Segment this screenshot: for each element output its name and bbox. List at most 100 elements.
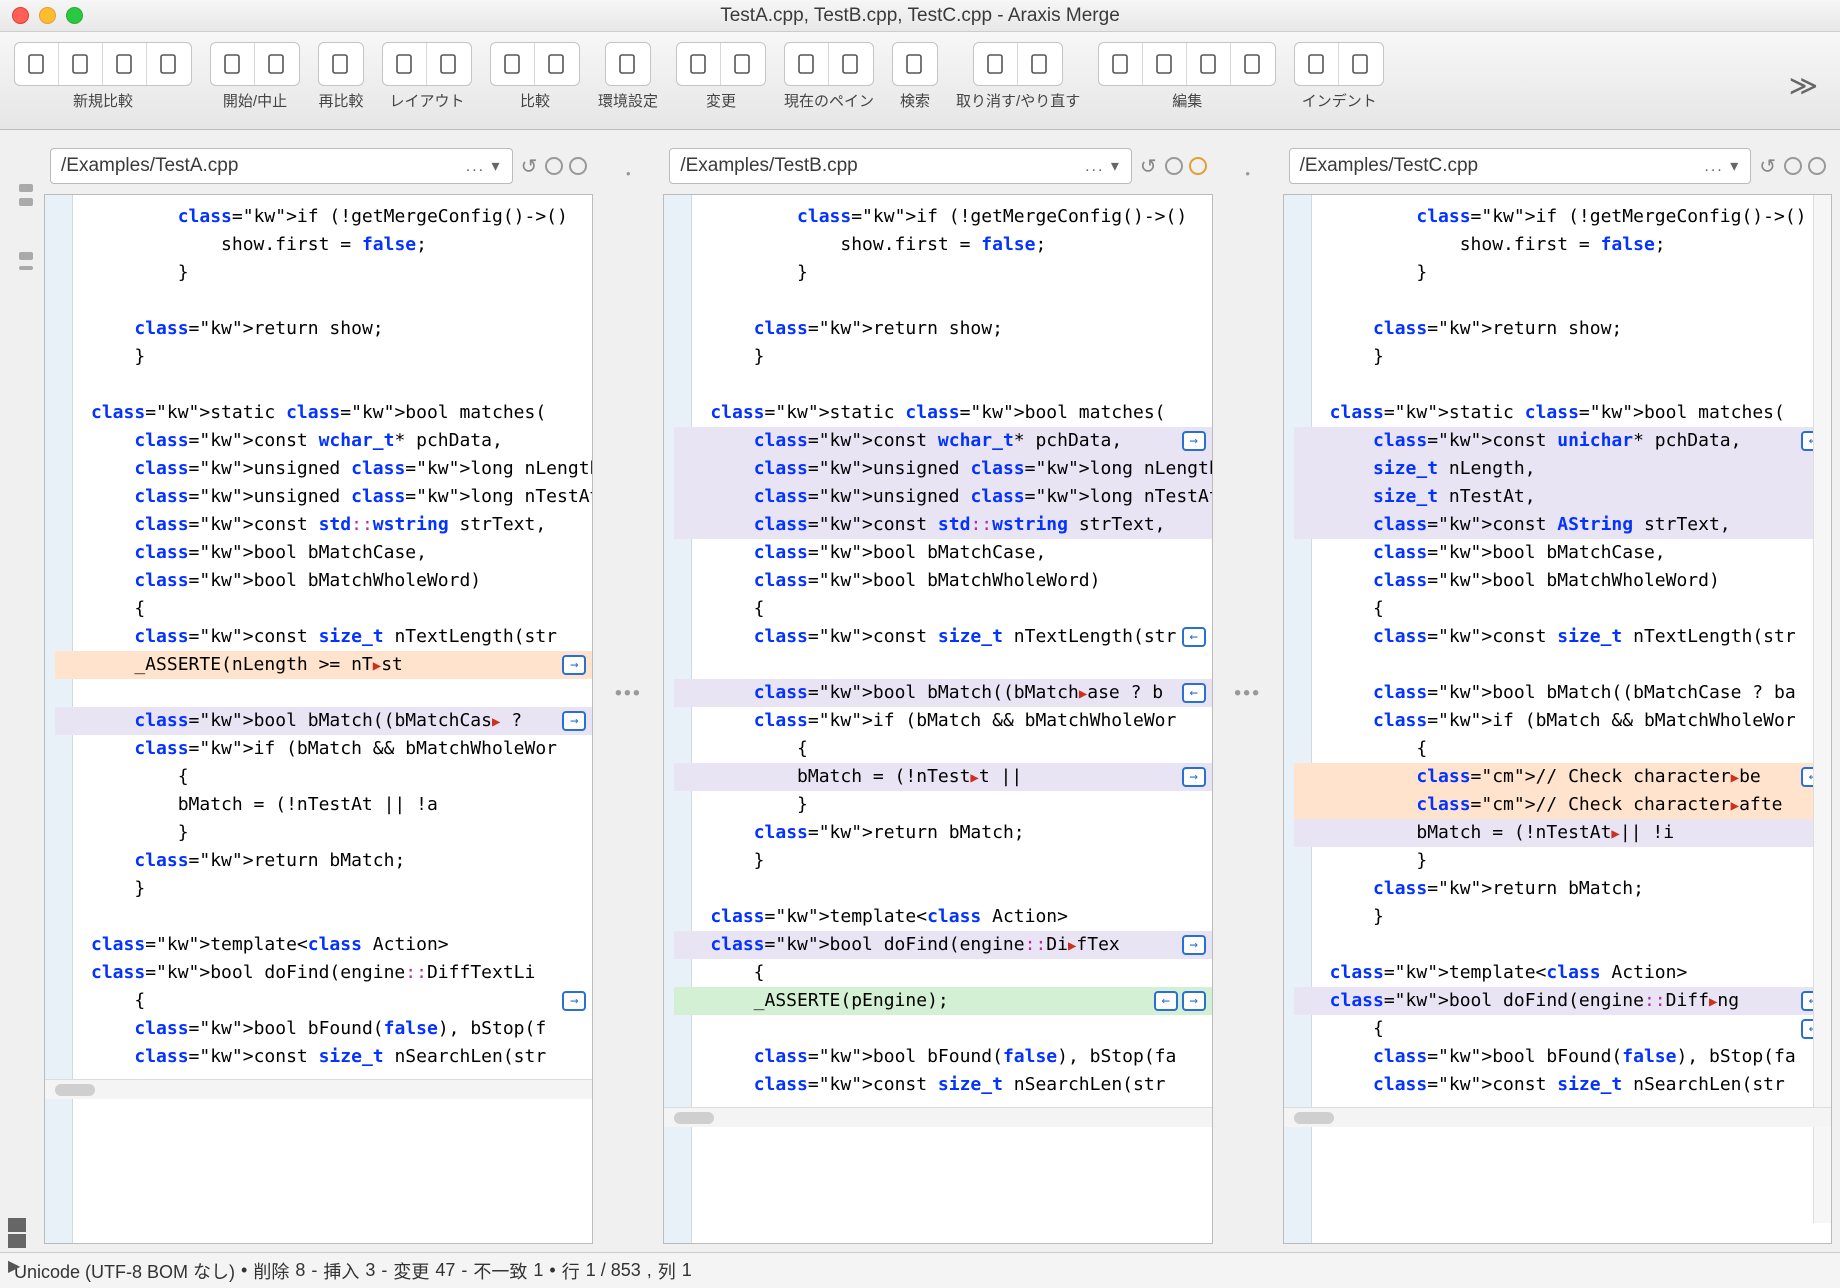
layout-h-button[interactable]: [383, 43, 427, 85]
refresh-button[interactable]: [319, 43, 363, 85]
redo-button[interactable]: [1018, 43, 1062, 85]
code-line[interactable]: _ASSERTE(nLength >= nT▶st→: [55, 651, 592, 679]
code-line[interactable]: class="kw">template<class Action>: [55, 931, 592, 959]
code-line[interactable]: class="kw">bool bMatchCase,: [1294, 539, 1831, 567]
code-line[interactable]: class="kw">const size_t nTextLength(str: [55, 623, 592, 651]
hscroll-thumb[interactable]: [1294, 1112, 1334, 1124]
code-line[interactable]: {←: [1294, 1015, 1831, 1043]
code-line[interactable]: class="kw">bool doFind(engine::Diff▶ng←: [1294, 987, 1831, 1015]
align-left-button[interactable]: [1099, 43, 1143, 85]
code-line[interactable]: {: [1294, 735, 1831, 763]
code-line[interactable]: class="kw">bool bFound(false), bStop(fa: [674, 1043, 1211, 1071]
code-line[interactable]: [674, 875, 1211, 903]
indent-button[interactable]: [1339, 43, 1383, 85]
code-line[interactable]: show.first = false;: [55, 231, 592, 259]
merge-left-button[interactable]: ←: [1182, 683, 1206, 703]
code-line[interactable]: class="kw">unsigned class="kw">long nTes…: [674, 483, 1211, 511]
code-line[interactable]: class="cm">// Check character▶be←: [1294, 763, 1831, 791]
code-line[interactable]: [1294, 931, 1831, 959]
overview-strip[interactable]: [1813, 195, 1831, 1223]
search-dropdown-button[interactable]: [893, 43, 937, 85]
code-line[interactable]: bMatch = (!nTestAt▶|| !i: [1294, 819, 1831, 847]
code-line[interactable]: size_t nTestAt,: [1294, 483, 1831, 511]
code-line[interactable]: class="kw">const size_t nTextLength(str: [1294, 623, 1831, 651]
code-line[interactable]: class="kw">const std::wstring strText,: [55, 511, 592, 539]
code-line[interactable]: class="kw">unsigned class="kw">long nLen…: [674, 455, 1211, 483]
hscroll-thumb[interactable]: [674, 1112, 714, 1124]
path-menu-icon[interactable]: ... ▾: [1085, 156, 1121, 176]
outdent-button[interactable]: [1295, 43, 1339, 85]
code-line[interactable]: class="kw">return show;: [1294, 315, 1831, 343]
doc-new-button[interactable]: [15, 43, 59, 85]
doc-layers-button[interactable]: [147, 43, 191, 85]
code-line[interactable]: class="kw">bool bMatch((bMatchCas▶ ?→: [55, 707, 592, 735]
code-line[interactable]: class="kw">bool bMatchWholeWord): [674, 567, 1211, 595]
code-line[interactable]: [674, 1015, 1211, 1043]
merge-right-button[interactable]: →: [1182, 991, 1206, 1011]
code-line[interactable]: class="kw">bool doFind(engine::Di▶fTex→: [674, 931, 1211, 959]
code-line[interactable]: class="kw">if (!getMergeConfig()->(): [1294, 203, 1831, 231]
code-line[interactable]: [55, 903, 592, 931]
code-line[interactable]: class="kw">static class="kw">bool matche…: [55, 399, 592, 427]
file-path-b[interactable]: /Examples/TestB.cpp ... ▾: [669, 148, 1132, 184]
code-line[interactable]: class="kw">bool bMatchCase,: [55, 539, 592, 567]
path-menu-icon[interactable]: ... ▾: [466, 156, 502, 176]
code-line[interactable]: class="kw">const std::wstring strText,: [674, 511, 1211, 539]
code-line[interactable]: [55, 679, 592, 707]
save-button[interactable]: [785, 43, 829, 85]
code-line[interactable]: class="kw">const AString strText,: [1294, 511, 1831, 539]
code-line[interactable]: class="kw">const unichar* pchData,←: [1294, 427, 1831, 455]
code-line[interactable]: class="kw">bool bMatchCase,: [674, 539, 1211, 567]
code-line[interactable]: class="kw">bool doFind(engine::DiffTextL…: [55, 959, 592, 987]
code-line[interactable]: class="kw">bool bMatchWholeWord): [55, 567, 592, 595]
code-line[interactable]: bMatch = (!nTestAt || !a: [55, 791, 592, 819]
code-line[interactable]: }: [1294, 259, 1831, 287]
merge-right-button[interactable]: →: [562, 655, 586, 675]
close-window-button[interactable]: [12, 7, 29, 24]
next-diff-button[interactable]: [8, 1234, 26, 1248]
play-reload-button[interactable]: [211, 43, 255, 85]
merge-right-button[interactable]: →: [1182, 935, 1206, 955]
code-line[interactable]: }: [55, 875, 592, 903]
undo-button[interactable]: [974, 43, 1018, 85]
play-icon[interactable]: ▶: [8, 1256, 20, 1276]
align-block-button[interactable]: [1187, 43, 1231, 85]
code-line[interactable]: class="kw">const size_t nSearchLen(str: [1294, 1071, 1831, 1099]
code-line[interactable]: class="kw">const wchar_t* pchData,: [55, 427, 592, 455]
code-line[interactable]: class="kw">if (bMatch && bMatchWholeWor: [674, 707, 1211, 735]
layout-v-button[interactable]: [427, 43, 471, 85]
code-line[interactable]: }: [674, 259, 1211, 287]
history-icon[interactable]: ↺: [1759, 154, 1776, 179]
code-line[interactable]: }: [1294, 343, 1831, 371]
merge-left-button[interactable]: ←: [1154, 991, 1178, 1011]
code-line[interactable]: }: [55, 343, 592, 371]
code-line[interactable]: [674, 651, 1211, 679]
doc-h-button[interactable]: [59, 43, 103, 85]
code-line[interactable]: class="kw">const size_t nTextLength(str←: [674, 623, 1211, 651]
code-line[interactable]: class="kw">return bMatch;: [674, 819, 1211, 847]
code-line[interactable]: [674, 287, 1211, 315]
code-line[interactable]: class="kw">if (bMatch && bMatchWholeWor: [1294, 707, 1831, 735]
code-line[interactable]: class="kw">const size_t nSearchLen(str: [55, 1043, 592, 1071]
code-line[interactable]: {: [55, 595, 592, 623]
code-line[interactable]: }: [1294, 847, 1831, 875]
code-line[interactable]: class="kw">bool bFound(false), bStop(fa: [1294, 1043, 1831, 1071]
save-as-button[interactable]: [829, 43, 873, 85]
code-line[interactable]: class="kw">if (!getMergeConfig()->(): [55, 203, 592, 231]
history-icon[interactable]: ↺: [521, 154, 538, 179]
code-line[interactable]: class="kw">bool bMatchWholeWord): [1294, 567, 1831, 595]
code-line[interactable]: class="kw">unsigned class="kw">long nLen…: [55, 455, 592, 483]
merge-right-button[interactable]: →: [562, 711, 586, 731]
code-line[interactable]: {: [1294, 595, 1831, 623]
code-line[interactable]: {: [674, 735, 1211, 763]
hscroll-thumb[interactable]: [55, 1084, 95, 1096]
code-line[interactable]: bMatch = (!nTest▶t || →: [674, 763, 1211, 791]
path-menu-icon[interactable]: ... ▾: [1704, 156, 1740, 176]
code-line[interactable]: show.first = false;: [674, 231, 1211, 259]
code-line[interactable]: class="kw">template<class Action>: [674, 903, 1211, 931]
merge-right-button[interactable]: →: [562, 991, 586, 1011]
code-line[interactable]: size_t nLength,: [1294, 455, 1831, 483]
zoom-window-button[interactable]: [66, 7, 83, 24]
sigma-button[interactable]: [491, 43, 535, 85]
stop-reload-button[interactable]: [255, 43, 299, 85]
